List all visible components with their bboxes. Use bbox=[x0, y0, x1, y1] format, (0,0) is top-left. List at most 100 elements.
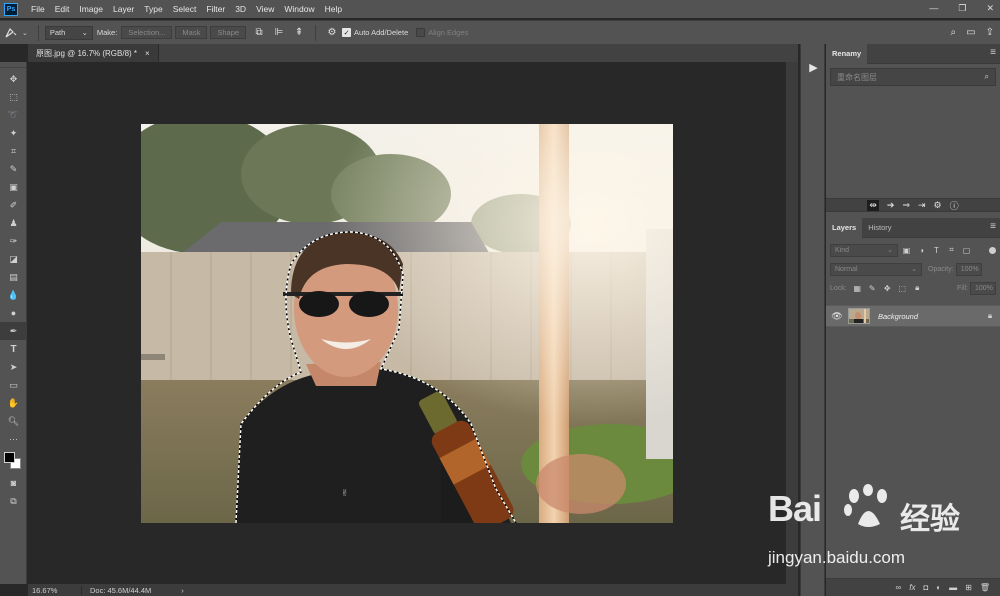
zoom-tool-icon[interactable]: 🔍︎ bbox=[0, 412, 27, 430]
tab-history[interactable]: History bbox=[862, 218, 897, 238]
add-mask-icon[interactable]: ◘ bbox=[923, 583, 928, 592]
workspace-icon[interactable]: ▭ bbox=[966, 27, 975, 38]
move-tool-icon[interactable]: ✥ bbox=[0, 70, 27, 88]
path-alignment-icon[interactable]: ⊫ bbox=[271, 25, 287, 41]
make-selection-button[interactable]: Selection... bbox=[121, 26, 173, 39]
gradient-tool-icon[interactable]: ▤ bbox=[0, 268, 27, 286]
pixel-filter-icon[interactable]: ▣ bbox=[900, 244, 913, 257]
blur-tool-icon[interactable]: 💧 bbox=[0, 286, 27, 304]
arrow-forward-icon[interactable]: ⇒ bbox=[902, 200, 910, 211]
lock-all-icon[interactable]: 🔒︎ bbox=[911, 282, 924, 295]
clone-stamp-tool-icon[interactable]: ♟ bbox=[0, 214, 27, 232]
close-icon[interactable]: ✕ bbox=[986, 0, 994, 17]
foreground-color-swatch[interactable] bbox=[4, 452, 15, 463]
dodge-tool-icon[interactable]: ● bbox=[0, 304, 27, 322]
gear-icon[interactable]: ⚙ bbox=[934, 200, 942, 211]
menu-image[interactable]: Image bbox=[74, 0, 108, 18]
eyedropper-tool-icon[interactable]: ✎ bbox=[0, 160, 27, 178]
restore-icon[interactable]: ❐ bbox=[958, 0, 966, 17]
menu-window[interactable]: Window bbox=[279, 0, 319, 18]
type-tool-icon[interactable]: T bbox=[0, 340, 27, 358]
status-menu-arrow[interactable]: › bbox=[181, 586, 184, 595]
menu-layer[interactable]: Layer bbox=[108, 0, 139, 18]
layer-row-background[interactable]: 👁︎ Background 🔒︎ bbox=[826, 305, 1000, 327]
hand-tool-icon[interactable]: ✋ bbox=[0, 394, 27, 412]
play-icon[interactable]: ▶ bbox=[801, 56, 826, 78]
blend-mode-select[interactable]: Normal ⌄ bbox=[830, 262, 922, 276]
history-brush-tool-icon[interactable]: ✑ bbox=[0, 232, 27, 250]
pen-tool-preset[interactable] bbox=[0, 25, 22, 41]
lock-position-icon[interactable]: ✥ bbox=[881, 282, 894, 295]
rename-layer-input[interactable]: 重命名图层 ⌕ bbox=[830, 68, 996, 86]
smart-object-filter-icon[interactable]: ▢ bbox=[960, 244, 973, 257]
filter-kind-select[interactable]: Kind ⌄ bbox=[830, 243, 898, 257]
path-arrangement-icon[interactable]: ⇞ bbox=[291, 25, 307, 41]
chevron-down-icon[interactable]: ⌄ bbox=[22, 29, 28, 37]
menu-help[interactable]: Help bbox=[320, 0, 347, 18]
menu-file[interactable]: File bbox=[26, 0, 50, 18]
more-tools-icon[interactable]: ··· bbox=[0, 430, 27, 448]
layer-style-icon[interactable]: fx bbox=[909, 583, 915, 592]
minimize-icon[interactable]: — bbox=[929, 0, 938, 17]
type-filter-icon[interactable]: T bbox=[930, 244, 943, 257]
tab-renamy[interactable]: Renamy bbox=[826, 43, 868, 64]
tab-layers[interactable]: Layers bbox=[826, 217, 863, 238]
eraser-tool-icon[interactable]: ◪ bbox=[0, 250, 27, 268]
new-group-icon[interactable]: ▬ bbox=[949, 583, 957, 592]
renamy-extension-icon[interactable]: ⇹ bbox=[867, 199, 879, 211]
share-icon[interactable]: ⇪ bbox=[986, 27, 994, 38]
lock-transparent-icon[interactable]: ▦ bbox=[851, 282, 864, 295]
pen-tool-icon[interactable]: ✒ bbox=[0, 322, 27, 340]
info-icon[interactable]: ⓘ bbox=[950, 199, 959, 212]
lock-artboard-icon[interactable]: ⬚ bbox=[896, 282, 909, 295]
adjustment-layer-icon[interactable]: ◐ bbox=[936, 583, 941, 592]
opacity-input[interactable]: 100% bbox=[955, 262, 982, 276]
close-tab-icon[interactable]: × bbox=[145, 49, 150, 58]
new-layer-icon[interactable]: ⊞ bbox=[965, 583, 972, 592]
delete-layer-icon[interactable]: 🗑︎ bbox=[980, 583, 990, 592]
menu-view[interactable]: View bbox=[251, 0, 279, 18]
menu-select[interactable]: Select bbox=[168, 0, 202, 18]
screen-mode-icon[interactable]: ⧉ bbox=[0, 492, 27, 510]
gear-icon[interactable]: ⚙ bbox=[324, 25, 340, 41]
arrow-right-icon[interactable]: ➔ bbox=[887, 200, 895, 211]
panel-menu-icon[interactable]: ≡ bbox=[990, 221, 996, 232]
quick-mask-icon[interactable]: ◙ bbox=[0, 474, 27, 492]
renamy-panel: 重命名图层 ⌕ bbox=[826, 64, 1000, 198]
layers-panel-header: Layers History ≡ bbox=[826, 217, 1000, 238]
healing-brush-tool-icon[interactable]: ▣ bbox=[0, 178, 27, 196]
crop-tool-icon[interactable]: ⌗ bbox=[0, 142, 27, 160]
link-layers-icon[interactable]: ∞ bbox=[896, 583, 902, 592]
menu-edit[interactable]: Edit bbox=[50, 0, 75, 18]
visibility-eye-icon[interactable]: 👁︎ bbox=[826, 311, 848, 322]
align-edges-checkbox[interactable] bbox=[416, 28, 426, 37]
document-canvas-image[interactable]: ✌ bbox=[141, 124, 673, 523]
adjustment-filter-icon[interactable]: ◑ bbox=[915, 244, 928, 257]
mode-select[interactable]: Path ⌄ bbox=[44, 25, 93, 40]
vertical-scrollbar[interactable] bbox=[786, 62, 798, 584]
marquee-tool-icon[interactable]: ⬚ bbox=[0, 88, 27, 106]
menu-type[interactable]: Type bbox=[139, 0, 167, 18]
export-icon[interactable]: ⇥ bbox=[918, 200, 926, 211]
search-icon[interactable]: ⌕ bbox=[951, 27, 957, 38]
path-operations-icon[interactable]: ⧉ bbox=[251, 25, 267, 41]
panel-menu-icon[interactable]: ≡ bbox=[990, 47, 996, 58]
make-shape-button[interactable]: Shape bbox=[210, 26, 247, 39]
rectangle-tool-icon[interactable]: ▭ bbox=[0, 376, 27, 394]
filter-toggle[interactable] bbox=[989, 246, 996, 254]
path-selection-tool-icon[interactable]: ➤ bbox=[0, 358, 27, 376]
lock-image-icon[interactable]: ✎ bbox=[866, 282, 879, 295]
magic-wand-tool-icon[interactable]: ✦ bbox=[0, 124, 27, 142]
shape-filter-icon[interactable]: ⌗ bbox=[945, 244, 958, 257]
lasso-tool-icon[interactable]: ➰ bbox=[0, 106, 27, 124]
document-tab[interactable]: 原图.jpg @ 16.7% (RGB/8) * × bbox=[28, 44, 159, 62]
menu-3d[interactable]: 3D bbox=[230, 0, 251, 18]
brush-tool-icon[interactable]: ✐ bbox=[0, 196, 27, 214]
divider bbox=[315, 24, 317, 41]
toolbar-grip[interactable] bbox=[0, 62, 26, 68]
zoom-level[interactable]: 16.67% bbox=[28, 585, 82, 595]
make-mask-button[interactable]: Mask bbox=[175, 26, 208, 39]
fill-input[interactable]: 100% bbox=[970, 281, 996, 295]
auto-add-delete-checkbox[interactable]: ✓ bbox=[342, 28, 352, 37]
menu-filter[interactable]: Filter bbox=[201, 0, 230, 18]
